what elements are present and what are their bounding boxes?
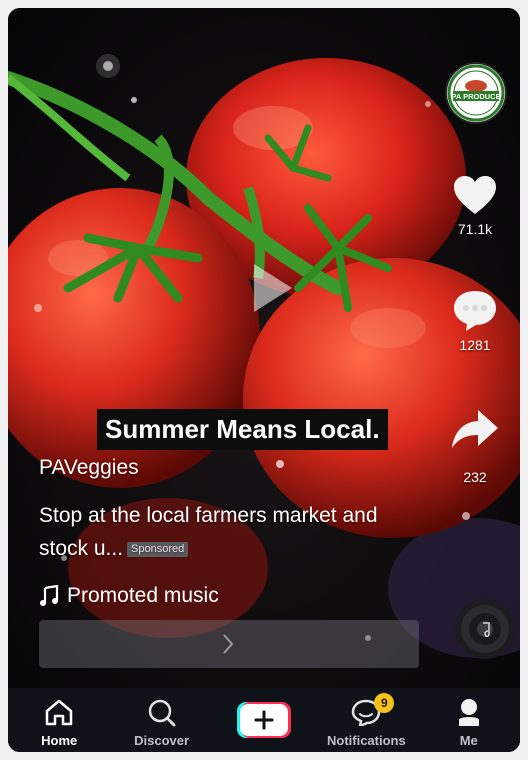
notification-badge: 9 xyxy=(374,693,395,713)
pa-produce-logo: PA PRODUCE xyxy=(447,64,505,122)
share-icon xyxy=(452,410,498,448)
home-icon xyxy=(45,699,73,726)
comment-button[interactable]: 1281 xyxy=(438,288,512,353)
avatar-text: PA PRODUCE xyxy=(451,92,500,101)
comment-icon xyxy=(454,291,496,331)
video-caption-banner: Summer Means Local. xyxy=(97,409,388,450)
bottom-nav: Home Discover 9 Notifications Me xyxy=(8,688,520,752)
cta-bar[interactable] xyxy=(39,620,419,668)
nav-discover-label: Discover xyxy=(134,733,190,748)
chevron-right-icon xyxy=(223,634,234,654)
profile-icon xyxy=(458,699,479,726)
share-button[interactable]: 232 xyxy=(438,408,512,485)
music-disc-icon[interactable] xyxy=(454,598,516,660)
sponsored-badge: Sponsored xyxy=(127,542,189,557)
share-count: 232 xyxy=(463,469,487,485)
music-note-icon xyxy=(40,585,59,606)
heart-icon xyxy=(454,176,496,214)
nav-discover[interactable]: Discover xyxy=(114,688,210,752)
create-plus-icon xyxy=(236,702,291,738)
nav-home[interactable]: Home xyxy=(11,688,107,752)
nav-notifications[interactable]: 9 Notifications xyxy=(318,688,414,752)
comment-count: 1281 xyxy=(459,337,491,353)
video-feed-screen: Summer Means Local. PA PRODUCE 71.1k 128… xyxy=(8,8,520,752)
video-description: Stop at the local farmers market and sto… xyxy=(39,499,399,565)
nav-home-label: Home xyxy=(41,733,78,748)
creator-avatar[interactable]: PA PRODUCE xyxy=(445,62,507,124)
nav-create[interactable] xyxy=(216,688,312,752)
description-text: Stop at the local farmers market and sto… xyxy=(39,504,378,560)
like-button[interactable]: 71.1k xyxy=(438,174,512,237)
nav-me[interactable]: Me xyxy=(421,688,517,752)
music-label: Promoted music xyxy=(67,584,219,607)
like-count: 71.1k xyxy=(457,221,493,237)
nav-me-label: Me xyxy=(459,733,478,748)
search-icon xyxy=(148,699,175,727)
nav-notifications-label: Notifications xyxy=(326,733,406,748)
music-row[interactable]: Promoted music xyxy=(39,584,219,608)
author-name[interactable]: PAVeggies xyxy=(39,456,139,480)
play-icon[interactable] xyxy=(240,258,300,318)
